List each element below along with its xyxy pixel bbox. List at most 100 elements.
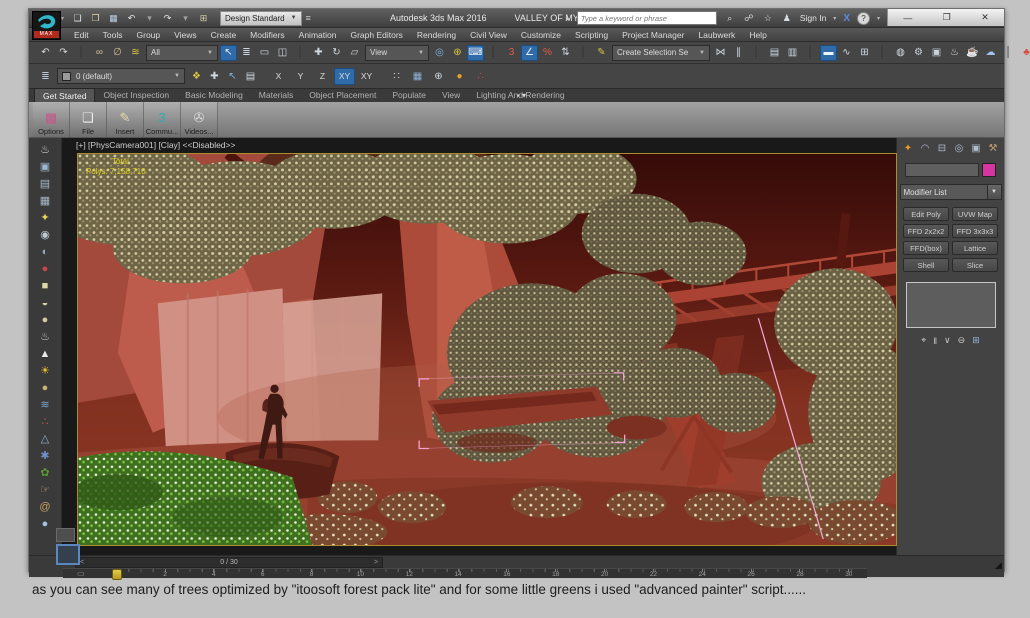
separator[interactable]: │ bbox=[485, 45, 502, 61]
insert-button[interactable]: ✎ Insert bbox=[107, 102, 144, 137]
center-target-icon[interactable]: ⊕ bbox=[430, 68, 447, 84]
viewport[interactable]: [+] [PhysCamera001] [Clay] <<Disabled>> … bbox=[62, 138, 896, 555]
sign-in-caret-icon[interactable]: ▾ bbox=[833, 15, 836, 22]
selection-filter-dropdown[interactable]: All ▼ bbox=[146, 45, 218, 61]
separator[interactable]: │ bbox=[748, 45, 765, 61]
set-project-folder-icon[interactable]: ⊞ bbox=[197, 12, 210, 25]
time-ruler[interactable]: ▭ 24681012141618202224262830 bbox=[63, 568, 867, 578]
snap-toggle-3d-icon[interactable]: 3 bbox=[503, 45, 520, 61]
configure-modifier-sets-icon[interactable]: ⊞ bbox=[972, 335, 980, 346]
menu-graph-editors[interactable]: Graph Editors bbox=[343, 30, 409, 40]
spinner-snap-toggle-icon[interactable]: ⇅ bbox=[557, 45, 574, 61]
modifier-list-dropdown[interactable]: Modifier List ▼ bbox=[900, 184, 1002, 200]
next-frame-button[interactable]: > bbox=[370, 559, 382, 566]
dome-primitive-icon[interactable]: ◒ bbox=[35, 294, 55, 311]
menu-help[interactable]: Help bbox=[742, 30, 773, 40]
axis-z-button[interactable]: Z bbox=[312, 68, 333, 85]
new-scene-icon[interactable]: ❏ bbox=[71, 12, 84, 25]
sphere-primitive-icon[interactable]: ● bbox=[35, 311, 55, 328]
tab-hierarchy-icon[interactable]: ⊟ bbox=[935, 141, 950, 156]
modifier-button[interactable]: Lattice bbox=[952, 241, 998, 255]
search-input[interactable] bbox=[578, 14, 716, 23]
unlink-selection-icon[interactable]: ∅ bbox=[109, 45, 126, 61]
viewport-render[interactable]: Total Polys: 7,158,710 bbox=[77, 153, 897, 546]
material-ball-icon[interactable]: ● bbox=[451, 68, 468, 84]
axis-plane-lock-button[interactable]: XY bbox=[356, 68, 377, 85]
menu-project-manager[interactable]: Project Manager bbox=[615, 30, 691, 40]
close-button[interactable]: ✕ bbox=[981, 12, 989, 23]
menu-group[interactable]: Group bbox=[130, 30, 168, 40]
sunlight-icon[interactable]: ☀ bbox=[35, 362, 55, 379]
separator[interactable]: │ bbox=[1000, 45, 1017, 61]
axis-y-button[interactable]: Y bbox=[290, 68, 311, 85]
maximize-button[interactable]: ❐ bbox=[943, 12, 951, 23]
tab-object-placement[interactable]: Object Placement bbox=[301, 88, 384, 102]
help-icon[interactable]: ? bbox=[857, 12, 870, 25]
rain-particles-icon[interactable]: ≋ bbox=[35, 396, 55, 413]
undo-caret-icon[interactable]: ▾ bbox=[143, 12, 156, 25]
particle-view-icon[interactable]: ∷ bbox=[388, 68, 405, 84]
cone-primitive-icon[interactable]: ▲ bbox=[35, 345, 55, 362]
use-pivot-point-center-icon[interactable]: ◎ bbox=[431, 45, 448, 61]
separator[interactable]: │ bbox=[73, 45, 90, 61]
save-file-icon[interactable]: ▦ bbox=[107, 12, 120, 25]
tan-sphere-icon[interactable]: ● bbox=[35, 379, 55, 396]
menu-views[interactable]: Views bbox=[167, 30, 204, 40]
file-button[interactable]: ❏ File bbox=[70, 102, 107, 137]
grid-tool-icon[interactable]: ▦ bbox=[409, 68, 426, 84]
teapot-primitive-icon[interactable]: ♨ bbox=[35, 328, 55, 345]
add-selection-to-current-layer-icon[interactable]: ✚ bbox=[206, 68, 223, 84]
tab-utilities-icon[interactable]: ⚒ bbox=[986, 141, 1001, 156]
tab-display-icon[interactable]: ▣ bbox=[969, 141, 984, 156]
communication-center-icon[interactable]: ☍ bbox=[743, 12, 755, 24]
shaded-sphere-icon[interactable]: ◐ bbox=[35, 243, 55, 260]
undo-icon[interactable]: ↶ bbox=[125, 12, 138, 25]
menu-edit[interactable]: Edit bbox=[67, 30, 96, 40]
video-camera-icon[interactable]: ● bbox=[35, 260, 55, 277]
layout-tab-1[interactable] bbox=[56, 528, 75, 542]
open-file-icon[interactable]: ❐ bbox=[89, 12, 102, 25]
light-lister-table-icon[interactable]: ▤ bbox=[35, 175, 55, 192]
toggle-ribbon-icon[interactable]: ▬ bbox=[820, 45, 837, 61]
object-name-input[interactable] bbox=[905, 163, 979, 177]
render-teapot-icon[interactable]: ♨ bbox=[35, 141, 55, 158]
modifier-button[interactable]: Edit Poly bbox=[903, 207, 949, 221]
menu-civil-view[interactable]: Civil View bbox=[463, 30, 514, 40]
undo-icon[interactable]: ↶ bbox=[37, 45, 54, 61]
workspace-menu-icon[interactable]: ≡ bbox=[306, 13, 311, 23]
camera-pyramid-icon[interactable]: △ bbox=[35, 430, 55, 447]
manage-layers-icon[interactable]: ≣ bbox=[37, 68, 54, 84]
options-button[interactable]: ▩ Options bbox=[33, 102, 70, 137]
exchange-apps-icon[interactable]: X bbox=[843, 13, 850, 24]
window-crossing-icon[interactable]: ◫ bbox=[274, 45, 291, 61]
separator[interactable]: │ bbox=[292, 45, 309, 61]
snail-shell-icon[interactable]: @ bbox=[35, 498, 55, 515]
make-unique-icon[interactable]: ∨ bbox=[944, 335, 951, 346]
videos-button[interactable]: ✇ Videos... bbox=[181, 102, 218, 137]
menu-modifiers[interactable]: Modifiers bbox=[243, 30, 291, 40]
sign-in-label[interactable]: Sign In bbox=[800, 13, 826, 23]
align-icon[interactable]: ∥ bbox=[730, 45, 747, 61]
chevron-down-icon[interactable]: ▼ bbox=[988, 184, 1002, 200]
minimize-button[interactable]: — bbox=[903, 13, 912, 23]
modifier-button[interactable]: Slice bbox=[952, 258, 998, 272]
schematic-view-icon[interactable]: ⊞ bbox=[856, 45, 873, 61]
keyboard-shortcut-override-icon[interactable]: ⌨ bbox=[467, 45, 484, 61]
layer-dropdown[interactable]: 0 (default) ▼ bbox=[57, 68, 185, 84]
angle-snap-toggle-icon[interactable]: ∠ bbox=[521, 45, 538, 61]
create-new-layer-icon[interactable]: ❖ bbox=[188, 68, 205, 84]
grass-icon[interactable]: ✿ bbox=[35, 464, 55, 481]
splat-brush-icon[interactable]: ✱ bbox=[35, 447, 55, 464]
select-and-manipulate-icon[interactable]: ⊕ bbox=[449, 45, 466, 61]
modifier-button[interactable]: FFD 2x2x2 bbox=[903, 224, 949, 238]
toggle-scene-explorer-icon[interactable]: ▤ bbox=[766, 45, 783, 61]
menu-scripting[interactable]: Scripting bbox=[568, 30, 615, 40]
set-current-layer-icon[interactable]: ▤ bbox=[242, 68, 259, 84]
tab-view[interactable]: View bbox=[434, 88, 468, 102]
hand-paint-icon[interactable]: ☞ bbox=[35, 481, 55, 498]
modifier-stack[interactable] bbox=[906, 282, 996, 328]
separator[interactable]: │ bbox=[802, 45, 819, 61]
sign-in-person-icon[interactable]: ♟ bbox=[781, 12, 793, 24]
select-and-scale-icon[interactable]: ▱ bbox=[346, 45, 363, 61]
percent-snap-toggle-icon[interactable]: % bbox=[539, 45, 556, 61]
